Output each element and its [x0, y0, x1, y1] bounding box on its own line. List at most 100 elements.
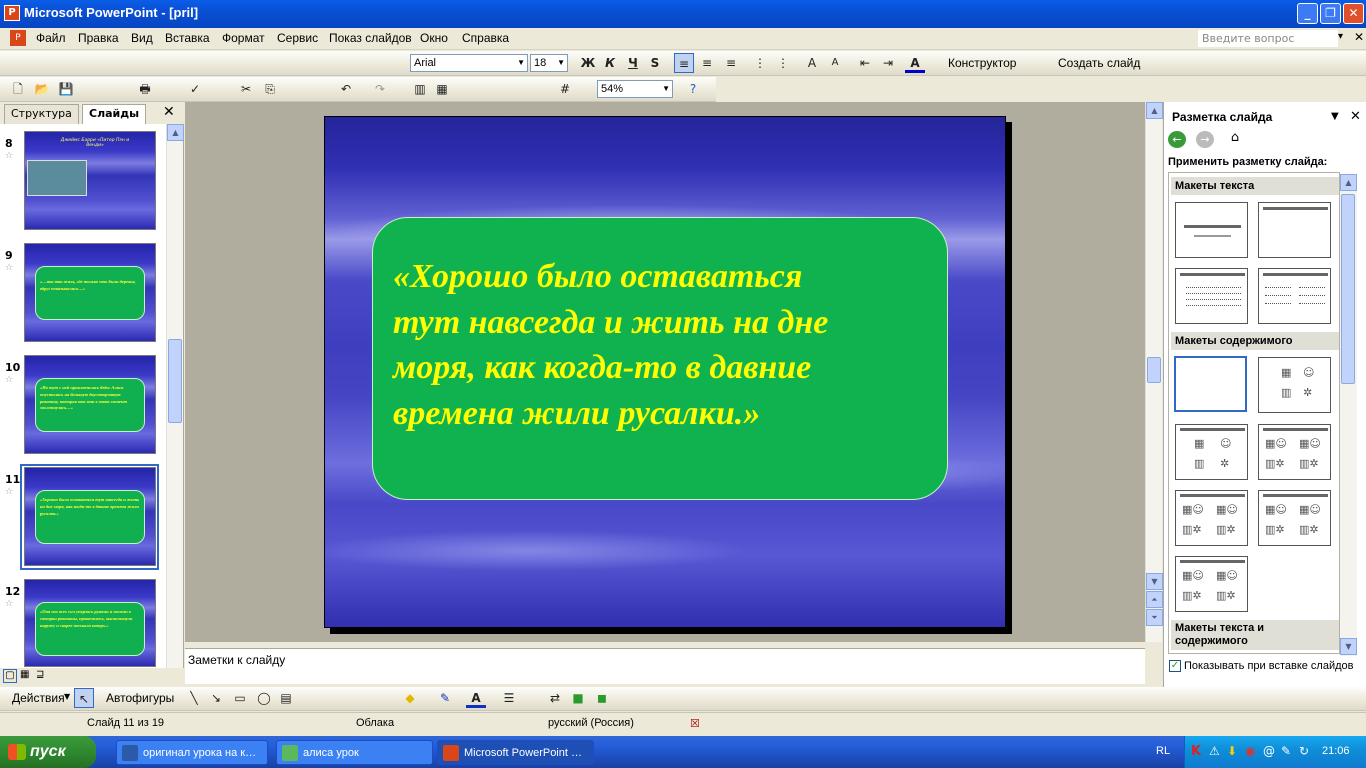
slideshow-view-icon[interactable]: ⊒ — [36, 669, 44, 680]
layout-two-columns[interactable] — [1258, 268, 1331, 324]
slides-scrollbar[interactable]: ▲ — [166, 124, 184, 668]
scroll-thumb[interactable] — [1147, 357, 1161, 383]
minimize-button[interactable]: _ — [1297, 3, 1318, 24]
layout-blank-selected[interactable] — [1174, 356, 1247, 412]
align-left-button[interactable]: ≡ — [674, 53, 694, 73]
spelling-icon[interactable]: ✓ — [185, 79, 205, 99]
numbering-icon[interactable]: ⋮ — [750, 53, 770, 73]
refresh-icon[interactable]: ↻ — [1299, 744, 1309, 758]
forward-icon[interactable]: → — [1196, 131, 1214, 148]
open-icon[interactable]: 📂 — [32, 79, 52, 99]
arrow-style-icon[interactable]: ⇄ — [545, 688, 565, 708]
line-icon[interactable]: ╲ — [184, 688, 204, 708]
slide-thumbnail[interactable]: «Она изо всех сил уперлась руками и нога… — [24, 579, 156, 667]
line-color-icon[interactable]: ✎ — [435, 688, 455, 708]
antivirus-icon[interactable]: K — [1191, 744, 1201, 759]
editor-scrollbar[interactable]: ▲ ▼ ⏶ ⏷ — [1145, 102, 1163, 642]
show-on-insert-checkbox[interactable]: ✓ — [1169, 660, 1181, 672]
font-color-draw-icon[interactable]: A — [466, 688, 486, 708]
security-icon[interactable]: ⚠ — [1209, 744, 1220, 758]
spelling-status-icon[interactable]: ☒ — [690, 717, 700, 730]
zoom-combo[interactable]: 54% ▼ — [597, 80, 673, 98]
new-icon[interactable]: 🗋 — [8, 79, 28, 99]
scroll-up-icon[interactable]: ▲ — [1340, 174, 1357, 191]
size-combo[interactable]: 18 ▼ — [530, 54, 568, 72]
close-button[interactable]: ✕ — [1343, 3, 1364, 24]
scroll-thumb[interactable] — [168, 339, 182, 423]
menu-slideshow[interactable]: Показ слайдов — [329, 31, 412, 45]
cut-icon[interactable]: ✂ — [236, 79, 256, 99]
normal-view-icon[interactable]: ▢ — [3, 669, 17, 683]
menu-window[interactable]: Окно — [420, 31, 448, 45]
close-doc-icon[interactable]: ✕ — [1354, 30, 1364, 44]
task-pane-close-icon[interactable]: ✕ — [1350, 109, 1361, 124]
shadow-style-icon[interactable]: ■ — [568, 688, 588, 708]
notes-placeholder[interactable]: Заметки к слайду — [188, 653, 285, 667]
next-slide-icon[interactable]: ⏷ — [1146, 609, 1163, 626]
increase-font-icon[interactable]: A — [802, 53, 822, 73]
sorter-view-icon[interactable]: ▦ — [20, 669, 29, 680]
close-panel-icon[interactable]: ✕ — [163, 104, 175, 120]
select-pointer-icon[interactable]: ↖ — [74, 688, 94, 708]
layout-title-text[interactable] — [1175, 268, 1248, 324]
mail-icon[interactable]: @ — [1263, 744, 1275, 758]
task-pane-scrollbar[interactable]: ▲ ▼ — [1340, 174, 1357, 656]
layout-four-content[interactable]: ▦☺ ▦☺ ▥✲ ▥✲ — [1175, 556, 1248, 612]
font-color-icon[interactable]: A — [905, 53, 925, 73]
bold-button[interactable]: Ж — [578, 53, 598, 73]
scroll-thumb[interactable] — [1341, 194, 1355, 384]
italic-button[interactable]: К — [600, 53, 620, 73]
decrease-indent-icon[interactable]: ⇤ — [855, 53, 875, 73]
undo-icon[interactable]: ↶ — [336, 79, 356, 99]
line-style-icon[interactable]: ☰ — [499, 688, 519, 708]
designer-button[interactable]: Конструктор — [948, 56, 1016, 70]
actions-menu[interactable]: Действия — [12, 691, 65, 705]
layout-title-only[interactable] — [1258, 202, 1331, 258]
align-right-button[interactable]: ≡ — [721, 53, 741, 73]
arrow-icon[interactable]: ↘ — [206, 688, 226, 708]
menu-view[interactable]: Вид — [131, 31, 153, 45]
scroll-down-icon[interactable]: ▼ — [1340, 638, 1357, 655]
slide-thumbnail-selected[interactable]: «Хорошо было оставаться тут навсегда и ж… — [24, 467, 156, 566]
redo-icon[interactable]: ↷ — [370, 79, 390, 99]
menu-tools[interactable]: Сервис — [277, 31, 318, 45]
menu-format[interactable]: Формат — [222, 31, 265, 45]
print-icon[interactable]: 🖶 — [135, 79, 155, 99]
3d-style-icon[interactable]: ◼ — [592, 688, 612, 708]
ask-dropdown-icon[interactable]: ▾ — [1338, 31, 1343, 42]
textbox-icon[interactable]: ▤ — [276, 688, 296, 708]
copy-icon[interactable]: ⎘ — [260, 79, 280, 99]
task-word-doc[interactable]: оригинал урока на к… — [116, 740, 268, 765]
slide-thumbnail[interactable]: Джеймс Барри «Питер Пэн и Венди» — [24, 131, 156, 230]
increase-indent-icon[interactable]: ⇥ — [878, 53, 898, 73]
menu-insert[interactable]: Вставка — [165, 31, 210, 45]
scroll-down-icon[interactable]: ▼ — [1146, 573, 1163, 590]
tab-slides[interactable]: Слайды — [82, 104, 147, 124]
task-powerpoint[interactable]: Microsoft PowerPoint … — [437, 740, 594, 765]
layout-title-content[interactable]: ▦ ☺ ▥ ✲ — [1175, 424, 1248, 480]
task-pane-dropdown-icon[interactable]: ▼ — [1331, 111, 1339, 122]
layout-content[interactable]: ▦ ☺ ▥ ✲ — [1258, 357, 1331, 413]
autoshapes-menu[interactable]: Автофигуры — [106, 691, 174, 705]
underline-button[interactable]: Ч — [623, 53, 643, 73]
download-icon[interactable]: ⬇ — [1227, 744, 1237, 758]
align-center-button[interactable]: ≡ — [697, 53, 717, 73]
keyboard-language[interactable]: RL — [1156, 745, 1170, 757]
bullets-icon[interactable]: ⋮ — [773, 53, 793, 73]
scroll-up-icon[interactable]: ▲ — [1146, 102, 1163, 119]
powerpoint-icon[interactable]: P — [4, 5, 20, 21]
grid-icon[interactable]: # — [555, 79, 575, 99]
decrease-font-icon[interactable]: A — [825, 53, 845, 73]
volume-icon[interactable]: ✎ — [1281, 744, 1291, 758]
prev-slide-icon[interactable]: ⏶ — [1146, 591, 1163, 608]
quote-text[interactable]: «Хорошо было оставаться тут навсегда и ж… — [393, 254, 923, 436]
zoom-dropdown-icon[interactable]: ▼ — [662, 81, 670, 97]
chart-icon[interactable]: ▥ — [410, 79, 430, 99]
font-combo[interactable]: Arial ▼ — [410, 54, 528, 72]
save-icon[interactable]: 💾 — [56, 79, 76, 99]
ask-question-input[interactable]: Введите вопрос — [1198, 30, 1338, 47]
shadow-button[interactable]: S — [645, 53, 665, 73]
tab-outline[interactable]: Структура — [4, 104, 79, 124]
font-dropdown-icon[interactable]: ▼ — [517, 55, 525, 71]
maximize-button[interactable]: ❐ — [1320, 3, 1341, 24]
